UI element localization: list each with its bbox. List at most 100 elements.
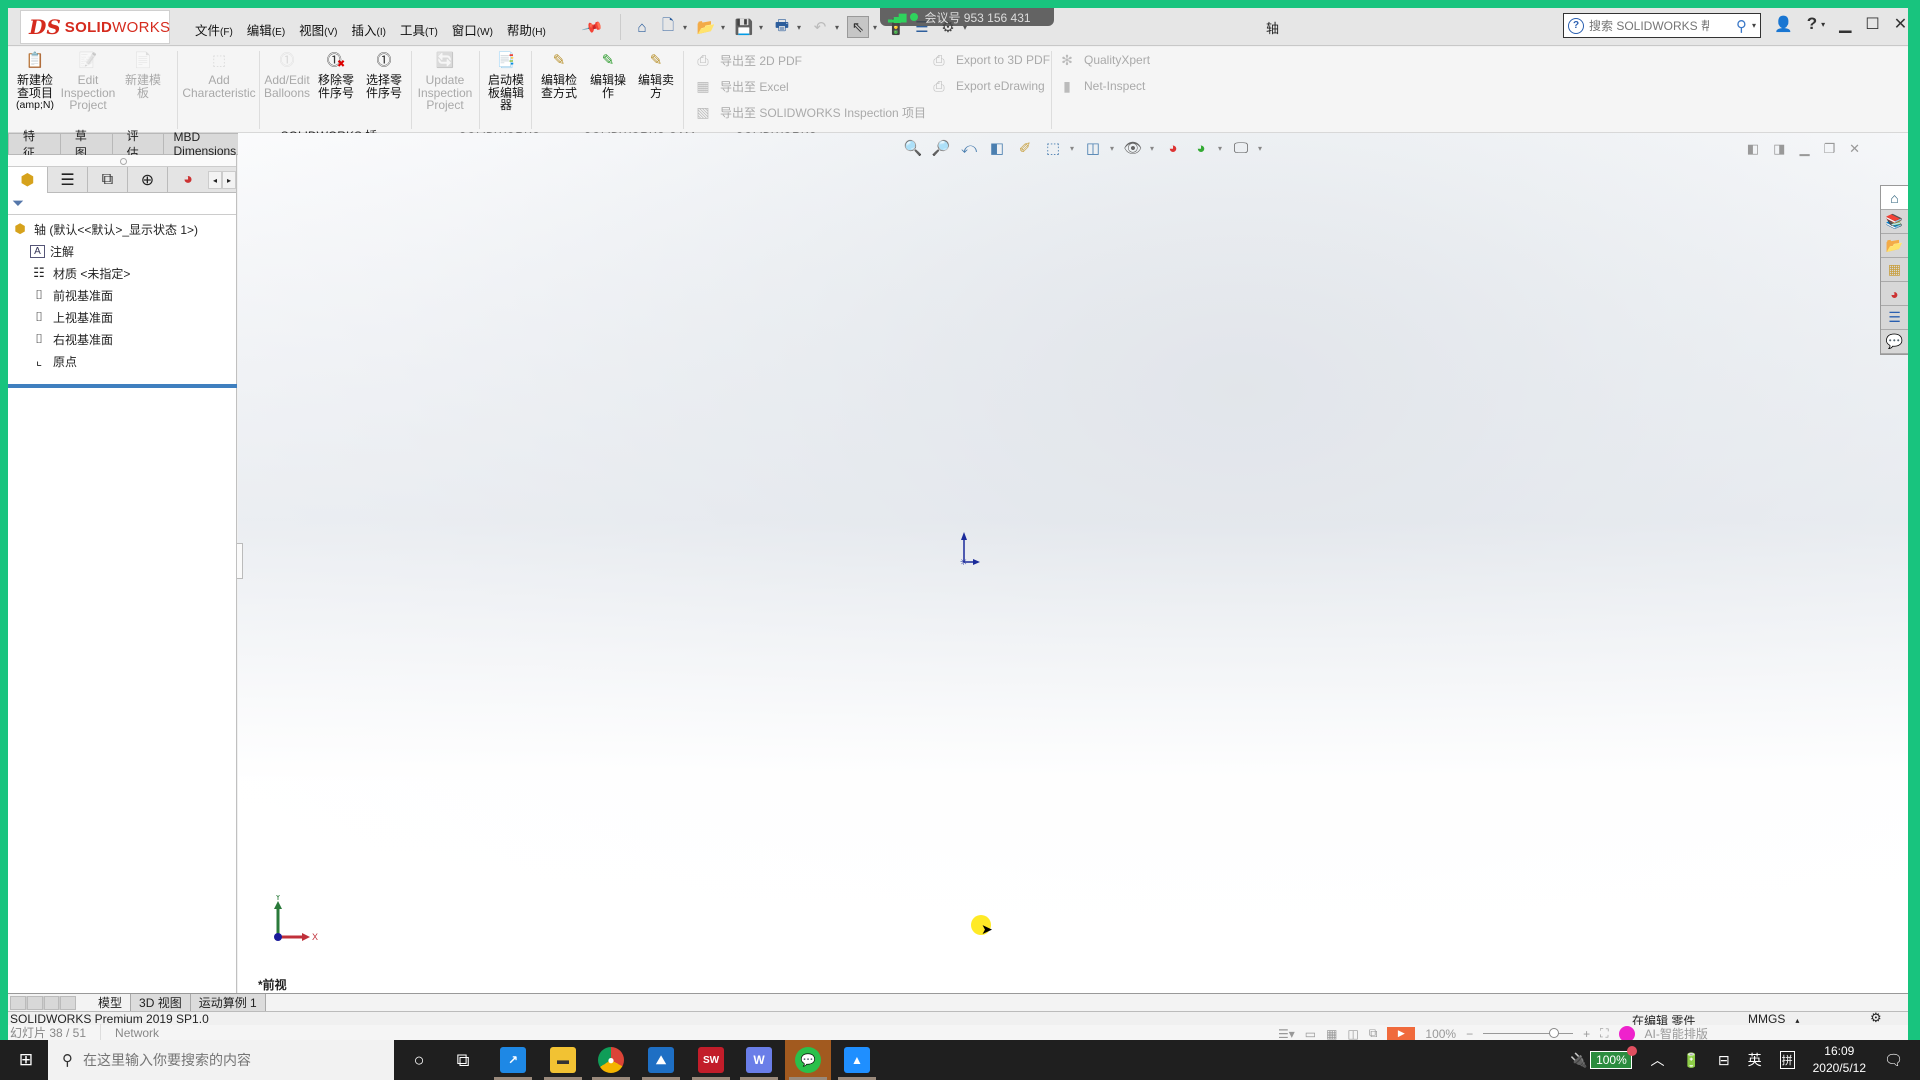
taskbar-search-input[interactable] — [83, 1052, 363, 1068]
select-dropdown[interactable]: ▾ — [873, 23, 881, 32]
ime-language[interactable]: 英 — [1748, 1050, 1762, 1070]
template-editor-button[interactable]: 📑 启动模 板编辑器 — [482, 51, 530, 129]
home-icon[interactable]: ⌂ — [631, 16, 653, 38]
export-2d-pdf-button[interactable]: ⎙ 导出至 2D PDF — [694, 51, 926, 69]
panel-collapse-handle[interactable] — [237, 543, 243, 579]
close-icon[interactable]: ✕ — [1894, 14, 1907, 34]
display-style-icon[interactable]: ◫ — [1082, 137, 1104, 159]
tab-sketch[interactable]: 草图 — [60, 129, 113, 160]
qualityxpert-button[interactable]: ✻ QualityXpert — [1058, 51, 1150, 69]
tree-item-right-plane[interactable]: ⌷ 右视基准面 — [8, 328, 236, 350]
save-dropdown[interactable]: ▾ — [759, 23, 767, 32]
chrome-icon[interactable]: ● — [588, 1040, 634, 1080]
menu-edit[interactable]: 编辑(E) — [240, 16, 292, 43]
file-explorer-icon[interactable]: ▬ — [540, 1040, 586, 1080]
taskbar-search[interactable]: ⚲ — [48, 1040, 394, 1080]
tab-navigation-arrows[interactable] — [10, 995, 76, 1010]
select-balloon-button[interactable]: ⓵ 选择零 件序号 — [360, 51, 408, 129]
solidworks-logo[interactable]: DS SOLIDWORKS — [20, 10, 170, 44]
search-dropdown-icon[interactable]: ▾ — [1752, 21, 1756, 30]
tab-scroll-right-icon[interactable]: ▸ — [222, 171, 236, 189]
zoom-slider[interactable] — [1483, 1028, 1574, 1038]
menu-tools[interactable]: 工具(T) — [393, 16, 445, 43]
net-inspect-button[interactable]: ▮ Net-Inspect — [1058, 77, 1150, 95]
doc-restore-icon[interactable]: ❐ — [1823, 141, 1835, 157]
file-explorer-icon[interactable]: 📂 — [1881, 234, 1908, 258]
view-settings-dropdown[interactable]: ▾ — [1258, 144, 1264, 153]
print-icon[interactable]: 🖶 — [771, 16, 793, 38]
zoom-in-icon[interactable]: + — [1583, 1027, 1590, 1041]
tile-left-icon[interactable]: ◧ — [1747, 141, 1759, 157]
menu-view[interactable]: 视图(V) — [292, 16, 344, 43]
zoom-to-fit-icon[interactable]: 🔍 — [902, 137, 924, 159]
save-icon[interactable]: 💾 — [733, 16, 755, 38]
update-inspection-project-button[interactable]: 🔄 Update Inspection Project — [414, 51, 476, 129]
view-settings-icon[interactable]: 🖵 — [1230, 137, 1252, 159]
tab-scroll-left-icon[interactable]: ◂ — [208, 171, 222, 189]
tree-item-material[interactable]: ☷ 材质 <未指定> — [8, 262, 236, 284]
edit-inspection-method-button[interactable]: ✎ 编辑检 查方式 — [534, 51, 584, 129]
tab-model[interactable]: 模型 — [90, 994, 132, 1011]
battery-indicator[interactable]: 🔌 100% — [1570, 1046, 1638, 1069]
tree-item-annotations[interactable]: A 注解 — [8, 240, 236, 262]
undo-icon[interactable]: ↶ — [809, 16, 831, 38]
zoom-to-area-icon[interactable]: 🔎 — [930, 137, 952, 159]
add-characteristic-button[interactable]: ⬚ Add Characteristic — [180, 51, 258, 129]
previous-view-icon[interactable]: ⤺ — [958, 137, 980, 159]
edit-appearance-icon[interactable]: ◕ — [1162, 137, 1184, 159]
new-inspection-project-button[interactable]: 📋 新建检 查项目 (amp;N) — [12, 51, 58, 129]
maximize-icon[interactable]: ☐ — [1865, 14, 1879, 34]
battery-icon[interactable]: 🔋 — [1682, 1052, 1699, 1069]
tree-item-top-plane[interactable]: ⌷ 上视基准面 — [8, 306, 236, 328]
minimize-icon[interactable]: ▁ — [1839, 14, 1851, 34]
help-dropdown-icon[interactable]: ▾ — [1821, 20, 1825, 29]
print-dropdown[interactable]: ▾ — [797, 23, 805, 32]
user-icon[interactable]: 👤 — [1774, 15, 1793, 33]
displaymanager-icon[interactable]: ◕ — [168, 167, 208, 193]
panel-splitter[interactable] — [8, 155, 236, 167]
menu-insert[interactable]: 插入(I) — [345, 16, 393, 43]
view-orientation-dropdown[interactable]: ▾ — [1070, 144, 1076, 153]
zoom-slider-knob[interactable] — [1549, 1028, 1560, 1038]
custom-properties-icon[interactable]: ☰ — [1881, 306, 1908, 330]
pin-menu-icon[interactable]: 📌 — [581, 16, 604, 39]
section-view-icon[interactable]: ◧ — [986, 137, 1008, 159]
featuremanager-icon[interactable]: ⬢ — [8, 167, 48, 193]
unit-system-selector[interactable]: MMGS ▴ — [1748, 1012, 1799, 1026]
help-search-input[interactable] — [1589, 18, 1709, 33]
forum-icon[interactable]: 💬 — [1881, 330, 1908, 354]
fit-window-icon[interactable]: ⛶ — [1600, 1026, 1608, 1041]
hide-show-dropdown[interactable]: ▾ — [1150, 144, 1156, 153]
zoom-level[interactable]: 100% — [1425, 1027, 1456, 1041]
configurationmanager-icon[interactable]: ⧉ — [88, 167, 128, 193]
solidworks-2019-icon[interactable]: SW — [688, 1040, 734, 1080]
play-button[interactable]: ▶ — [1387, 1026, 1416, 1041]
sketch-app-icon[interactable]: ↗ — [490, 1040, 536, 1080]
menu-window[interactable]: 窗口(W) — [445, 16, 500, 43]
zoom-out-icon[interactable]: − — [1466, 1027, 1473, 1041]
view-palette-icon[interactable]: ▦ — [1881, 258, 1908, 282]
photos-icon[interactable]: ⛰ — [638, 1040, 684, 1080]
open-dropdown[interactable]: ▾ — [721, 23, 729, 32]
hide-show-items-icon[interactable]: 👁 — [1122, 137, 1144, 159]
new-document-icon[interactable]: 🗋 — [657, 16, 679, 38]
help-search[interactable]: ? ⚲ ▾ — [1563, 13, 1761, 38]
tree-root-part[interactable]: ⬢ 轴 (默认<<默认>_显示状态 1>) — [8, 218, 236, 240]
slide-sorter-icon[interactable]: ▦ — [1326, 1027, 1337, 1041]
ime-mode[interactable]: 拼 — [1779, 1051, 1795, 1069]
menu-help[interactable]: 帮助(H) — [500, 16, 553, 43]
display-style-dropdown[interactable]: ▾ — [1110, 144, 1116, 153]
edit-inspection-project-button[interactable]: 📝 Edit Inspection Project — [58, 51, 118, 129]
help-menu-icon[interactable]: ? — [1807, 14, 1817, 34]
edit-operation-button[interactable]: ✎ 编辑操作 — [584, 51, 632, 129]
propertymanager-icon[interactable]: ☰ — [48, 167, 88, 193]
tab-features[interactable]: 特征 — [8, 129, 61, 160]
new-template-button[interactable]: 📄 新建模板 — [118, 51, 168, 129]
tile-right-icon[interactable]: ◨ — [1773, 141, 1785, 157]
export-3d-pdf-button[interactable]: ⎙ Export to 3D PDF — [930, 51, 1050, 69]
task-view-icon[interactable]: ⧉ — [440, 1040, 486, 1080]
export-edrawing-button[interactable]: ⎙ Export eDrawing — [930, 77, 1050, 95]
graphics-area[interactable]: 🔍 🔎 ⤺ ◧ ✐ ⬚ ▾ ◫ ▾ 👁 ▾ ◕ ◕ ▾ 🖵 ▾ ◧ ◨ ▁ ❐ ✕ ⌂ 📚… — [238, 133, 1908, 993]
tree-item-front-plane[interactable]: ⌷ 前视基准面 — [8, 284, 236, 306]
open-icon[interactable]: 📂 — [695, 16, 717, 38]
